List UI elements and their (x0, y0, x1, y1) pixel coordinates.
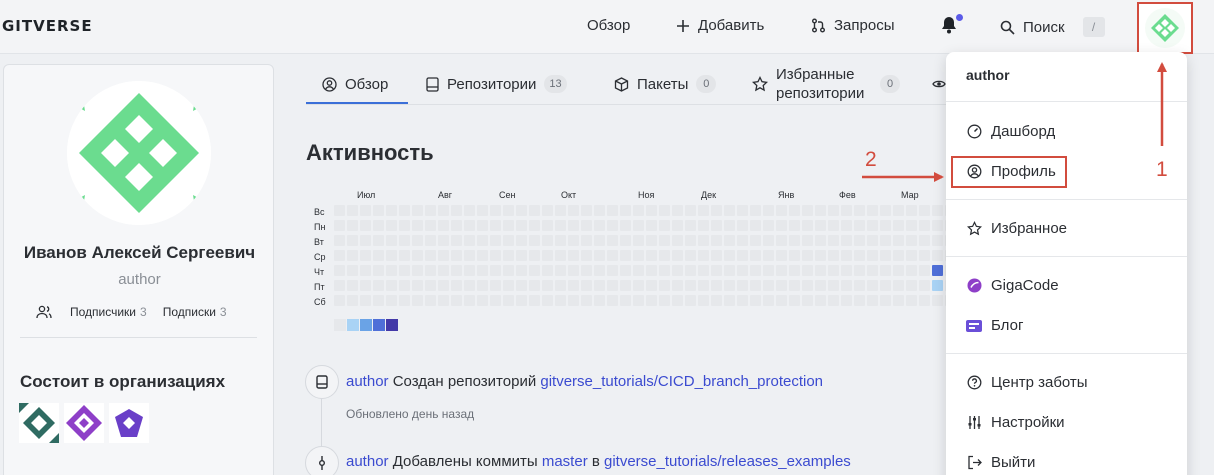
annotation-number-2: 2 (865, 148, 877, 171)
annotation-arrows (862, 62, 1167, 182)
annotation-number-1: 1 (1156, 158, 1168, 181)
